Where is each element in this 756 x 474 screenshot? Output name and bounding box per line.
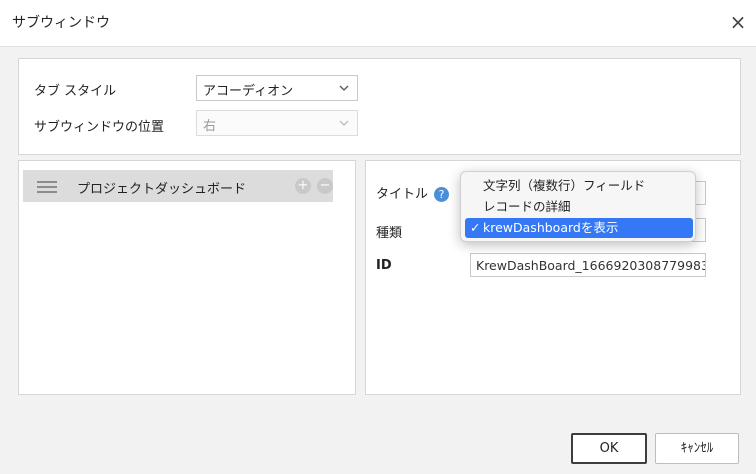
id-field[interactable]: KrewDashBoard_16669203087799832 — [470, 253, 706, 277]
dropdown-option-label: 文字列（複数行）フィールド — [483, 178, 646, 193]
position-select: 右 — [196, 110, 358, 136]
tab-style-label: タブ スタイル — [34, 84, 117, 99]
settings-panel: タブ スタイル アコーディオン サブウィンドウの位置 右 — [18, 58, 741, 155]
checkmark-icon: ✓ — [470, 220, 481, 235]
tab-style-select[interactable]: アコーディオン — [196, 75, 358, 101]
close-icon[interactable]: × — [726, 10, 750, 34]
position-label: サブウィンドウの位置 — [34, 120, 165, 135]
title-label-text: タイトル — [376, 187, 429, 202]
tree-item-label: プロジェクトダッシュボード — [77, 182, 247, 197]
id-value: KrewDashBoard_16669203087799832 — [476, 258, 706, 273]
dropdown-option-label: krewDashboardを表示 — [483, 220, 619, 235]
type-dropdown-menu: 文字列（複数行）フィールド レコードの詳細 ✓ krewDashboardを表示 — [460, 171, 696, 242]
id-label: ID — [376, 258, 392, 273]
dropdown-option-label: レコードの詳細 — [483, 199, 571, 214]
remove-icon[interactable]: − — [317, 178, 333, 194]
cancel-button[interactable]: ｷｬﾝｾﾙ — [655, 433, 739, 464]
tree-item[interactable]: プロジェクトダッシュボード + − — [23, 170, 333, 202]
subwindow-list-panel: プロジェクトダッシュボード + − — [18, 160, 356, 395]
dropdown-option[interactable]: レコードの詳細 — [465, 197, 693, 217]
dropdown-option-selected[interactable]: ✓ krewDashboardを表示 — [465, 218, 693, 238]
tab-style-value: アコーディオン — [203, 84, 294, 99]
add-icon[interactable]: + — [295, 178, 311, 194]
chevron-down-icon — [339, 120, 349, 126]
title-field-label: タイトル? — [376, 183, 450, 202]
dropdown-option[interactable]: 文字列（複数行）フィールド — [465, 176, 693, 196]
drag-handle-icon[interactable] — [37, 181, 57, 193]
dialog-titlebar: サブウィンドウ × — [0, 0, 756, 47]
help-icon[interactable]: ? — [434, 187, 450, 202]
chevron-down-icon — [339, 85, 349, 91]
type-label: 種類 — [376, 226, 403, 241]
ok-button[interactable]: OK — [571, 433, 647, 464]
subwindow-dialog: サブウィンドウ × タブ スタイル アコーディオン サブウィンドウの位置 右 プ… — [0, 0, 756, 474]
position-value: 右 — [203, 119, 217, 134]
dialog-title: サブウィンドウ — [12, 15, 110, 31]
